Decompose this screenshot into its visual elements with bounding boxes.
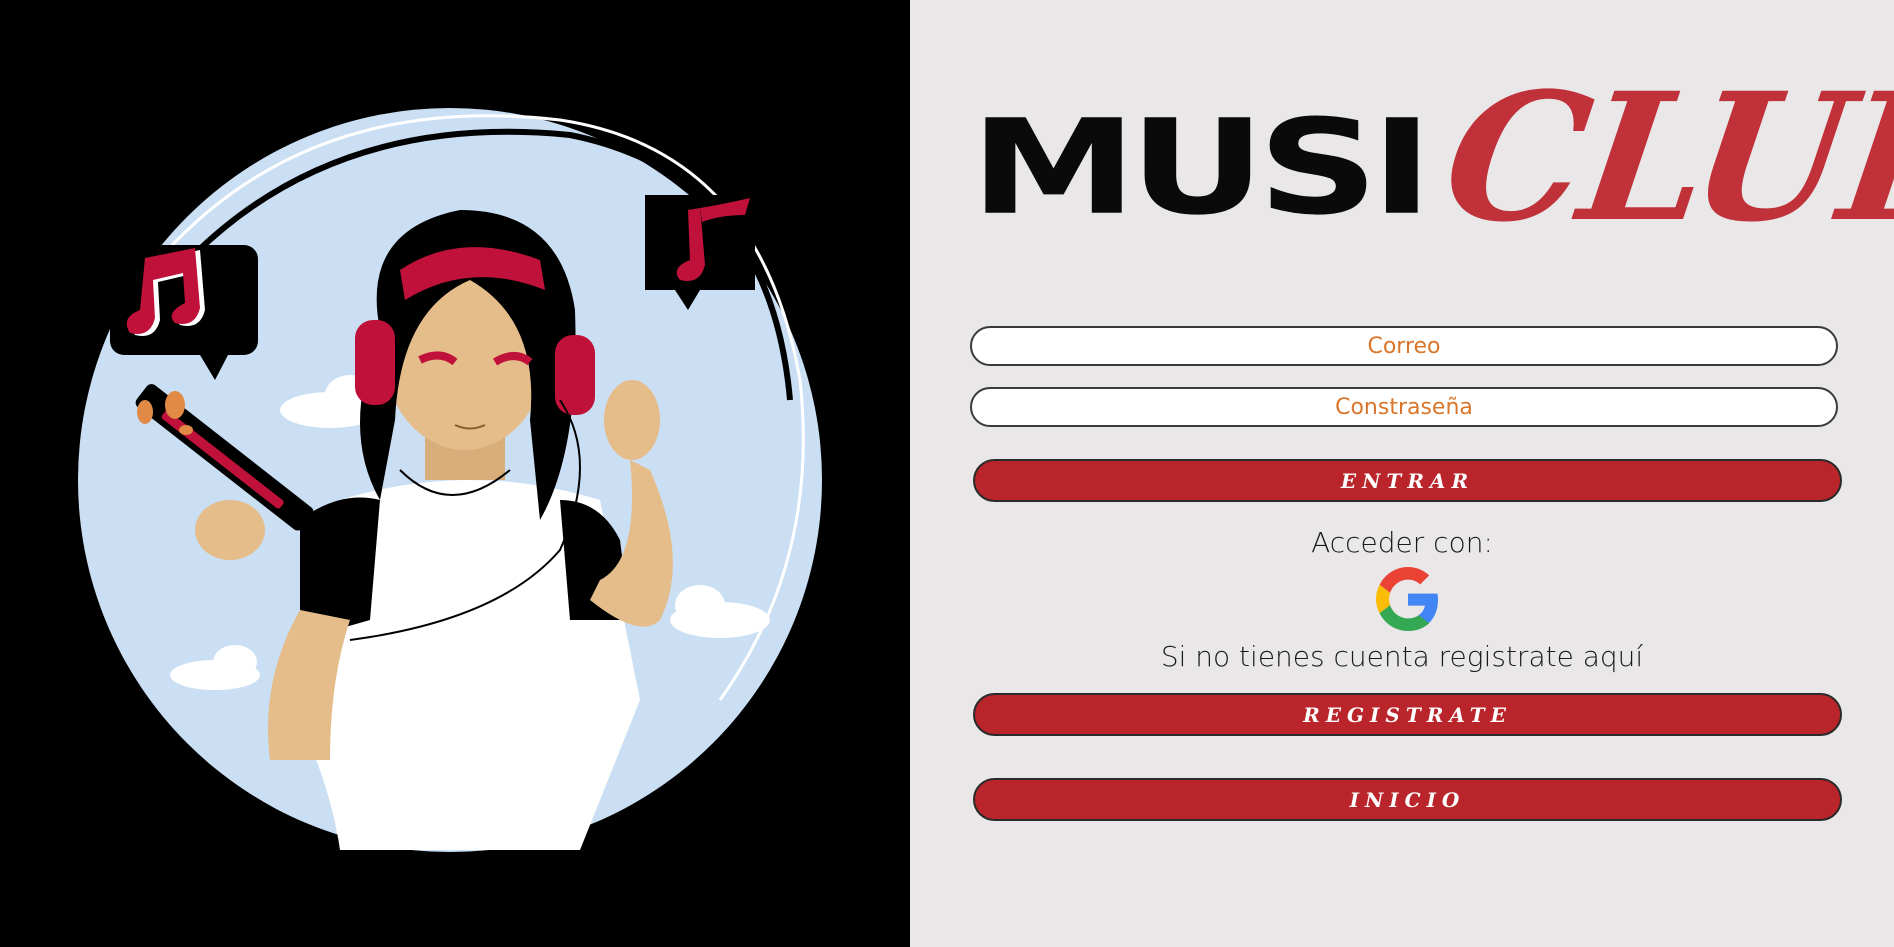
email-field[interactable] (970, 326, 1838, 366)
access-with-label: Acceder con: (1311, 526, 1493, 559)
logo-musi-text: MUSI (970, 91, 1433, 244)
home-button[interactable]: INICIO (973, 778, 1842, 821)
google-login-button[interactable] (1376, 567, 1440, 631)
girl-with-headphones-illustration (78, 108, 822, 852)
login-panel: MUSI CLUB ENTRAR Acceder con: Si no tien… (910, 0, 1894, 947)
login-button[interactable]: ENTRAR (973, 459, 1842, 502)
google-icon (1376, 567, 1438, 631)
logo-club-text: CLUB (1433, 54, 1894, 261)
musiclub-logo: MUSI CLUB (970, 54, 1894, 290)
illustration-panel (0, 0, 910, 947)
login-page: MUSI CLUB ENTRAR Acceder con: Si no tien… (0, 0, 1894, 947)
register-button[interactable]: REGISTRATE (973, 693, 1842, 736)
password-field[interactable] (970, 387, 1838, 427)
register-prompt: Si no tienes cuenta registrate aquí (1160, 640, 1644, 673)
